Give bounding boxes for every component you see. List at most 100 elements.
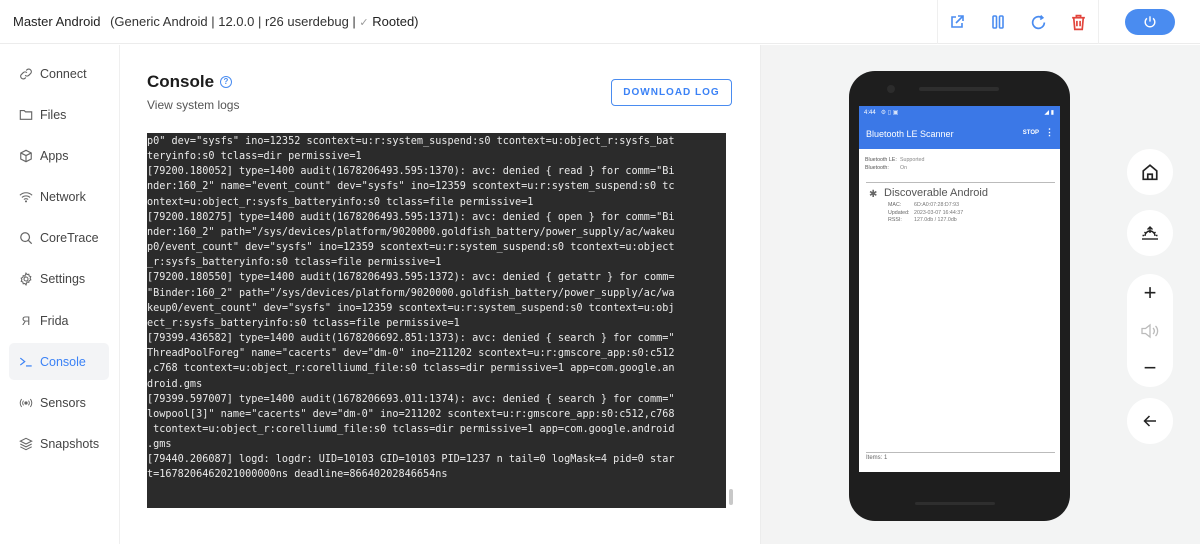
scanned-device-props: MAC: 6D:A0:07:28:D7:93 Updated: 2023-03-07… bbox=[888, 202, 963, 225]
bottom-speaker bbox=[915, 502, 995, 505]
updated-value: 2023-03-07 16:44:37 bbox=[914, 209, 964, 216]
divider bbox=[866, 182, 1055, 183]
cube-icon bbox=[19, 149, 33, 163]
trash-icon bbox=[1071, 14, 1085, 30]
sidebar-item-coretrace[interactable]: CoreTrace bbox=[9, 219, 109, 256]
sidebar-item-console[interactable]: Console bbox=[9, 343, 109, 380]
sidebar-item-snapshots[interactable]: Snapshots bbox=[9, 425, 109, 462]
sidebar-item-network[interactable]: Network bbox=[9, 178, 109, 215]
sidebar-item-frida[interactable]: Я Frida bbox=[9, 302, 109, 339]
console-scrollbar[interactable] bbox=[729, 489, 733, 505]
pause-button[interactable] bbox=[986, 10, 1010, 34]
back-button[interactable] bbox=[1127, 398, 1173, 444]
bt-le-label: Bluetooth LE: bbox=[865, 157, 897, 163]
rooted-check-icon: ✓ bbox=[359, 17, 369, 29]
layers-icon bbox=[19, 437, 33, 451]
mac-label: MAC: bbox=[888, 202, 902, 208]
frida-icon: Я bbox=[21, 313, 31, 328]
back-arrow-icon bbox=[1143, 415, 1156, 427]
scanned-device-name[interactable]: Discoverable Android bbox=[884, 187, 988, 199]
sidebar-item-label: Apps bbox=[40, 148, 69, 163]
sidebar-item-label: Sensors bbox=[40, 395, 86, 410]
power-button[interactable] bbox=[1125, 9, 1175, 35]
plus-icon: + bbox=[1143, 279, 1157, 305]
page-subtitle: View system logs bbox=[147, 98, 240, 112]
sunrise-icon bbox=[1142, 226, 1158, 240]
toolbar-divider bbox=[937, 0, 938, 44]
log-text: p0" dev="sysfs" ino=12352 scontext=u:r:s… bbox=[147, 136, 675, 481]
panel-divider bbox=[760, 45, 780, 544]
home-button[interactable] bbox=[1127, 149, 1173, 195]
device-details: (Generic Android | 12.0.0 | r26 userdebu… bbox=[110, 14, 356, 29]
volume-indicator bbox=[1127, 312, 1173, 350]
external-link-icon bbox=[951, 15, 964, 28]
toolbar-divider bbox=[1098, 0, 1099, 44]
rooted-label: Rooted) bbox=[372, 14, 419, 29]
volume-up-button[interactable]: + bbox=[1127, 274, 1173, 312]
camera-dot bbox=[887, 85, 895, 93]
sidebar-item-apps[interactable]: Apps bbox=[9, 137, 109, 174]
refresh-icon bbox=[1031, 14, 1045, 29]
minus-icon: − bbox=[1143, 355, 1157, 381]
search-icon bbox=[19, 231, 33, 245]
device-name: Master Android bbox=[13, 14, 101, 29]
help-icon[interactable]: ? bbox=[220, 76, 232, 88]
open-external-button[interactable] bbox=[945, 10, 969, 34]
updated-label: Updated: bbox=[888, 209, 910, 216]
bluetooth-info: Bluetooth LE: Supported Bluetooth: On bbox=[865, 156, 924, 172]
folder-icon bbox=[19, 108, 33, 122]
sidebar-item-connect[interactable]: Connect bbox=[9, 55, 109, 92]
status-time: 4:44 bbox=[864, 109, 876, 116]
page-title: Console bbox=[147, 72, 215, 91]
mac-value: 6D:A0:07:28:D7:93 bbox=[914, 202, 960, 208]
sidebar-item-label: Settings bbox=[40, 271, 86, 286]
console-log[interactable]: p0" dev="sysfs" ino=12352 scontext=u:r:s… bbox=[147, 133, 726, 508]
device-screen[interactable]: 4:44 ⚙ ▯ ▣ ◢ ▮ Bluetooth LE Scanner STOP… bbox=[859, 106, 1060, 472]
power-icon bbox=[1144, 16, 1156, 28]
download-log-button[interactable]: DOWNLOAD LOG bbox=[611, 79, 732, 106]
device-viewer: 4:44 ⚙ ▯ ▣ ◢ ▮ Bluetooth LE Scanner STOP… bbox=[780, 45, 1200, 544]
sidebar-item-label: Snapshots bbox=[40, 436, 100, 451]
volume-icon bbox=[1141, 323, 1159, 338]
rssi-value: 127.0db / 127.0db bbox=[914, 217, 957, 224]
link-icon bbox=[19, 67, 33, 81]
home-icon bbox=[1142, 164, 1158, 181]
app-bar: Bluetooth LE Scanner STOP ⋮ bbox=[859, 119, 1060, 149]
sensor-icon bbox=[19, 396, 33, 410]
volume-down-button[interactable]: − bbox=[1127, 349, 1173, 387]
app-title: Bluetooth LE Scanner bbox=[866, 129, 954, 139]
sidebar: Connect Files Apps Network CoreTrace Set… bbox=[0, 45, 120, 544]
sidebar-item-sensors[interactable]: Sensors bbox=[9, 384, 109, 421]
pause-icon bbox=[992, 15, 1004, 29]
sidebar-item-label: Console bbox=[40, 354, 86, 369]
status-notification-icons: ⚙ ▯ ▣ bbox=[880, 110, 899, 116]
items-count: Items: 1 bbox=[866, 455, 888, 461]
console-panel: Console ? View system logs DOWNLOAD LOG … bbox=[120, 45, 760, 544]
earpiece bbox=[919, 87, 999, 91]
bluetooth-icon: ✱ bbox=[869, 189, 878, 200]
device-title: Master Android (Generic Android | 12.0.0… bbox=[13, 14, 419, 29]
sidebar-item-label: CoreTrace bbox=[40, 230, 99, 245]
sidebar-item-settings[interactable]: Settings bbox=[9, 260, 109, 297]
sidebar-item-label: Connect bbox=[40, 66, 87, 81]
phone-frame: 4:44 ⚙ ▯ ▣ ◢ ▮ Bluetooth LE Scanner STOP… bbox=[849, 71, 1070, 521]
sidebar-item-files[interactable]: Files bbox=[9, 96, 109, 133]
volume-controls: + − bbox=[1127, 274, 1173, 387]
signal-battery-icon: ◢ ▮ bbox=[1044, 110, 1054, 116]
stop-scan-button[interactable]: STOP bbox=[1023, 130, 1039, 136]
divider bbox=[866, 452, 1055, 453]
wake-button[interactable] bbox=[1127, 210, 1173, 256]
top-bar: Master Android (Generic Android | 12.0.0… bbox=[0, 0, 1200, 44]
bt-value: On bbox=[900, 165, 908, 171]
bt-label: Bluetooth: bbox=[865, 165, 889, 171]
sidebar-item-label: Files bbox=[40, 107, 67, 122]
rssi-label: RSSI: bbox=[888, 217, 902, 224]
sidebar-item-label: Network bbox=[40, 189, 86, 204]
android-status-bar: 4:44 ⚙ ▯ ▣ ◢ ▮ bbox=[859, 106, 1060, 119]
delete-button[interactable] bbox=[1066, 10, 1090, 34]
wifi-icon bbox=[19, 190, 33, 204]
terminal-icon bbox=[19, 355, 33, 369]
more-menu-icon[interactable]: ⋮ bbox=[1045, 127, 1054, 138]
sidebar-item-label: Frida bbox=[40, 313, 69, 328]
restart-button[interactable] bbox=[1026, 10, 1050, 34]
